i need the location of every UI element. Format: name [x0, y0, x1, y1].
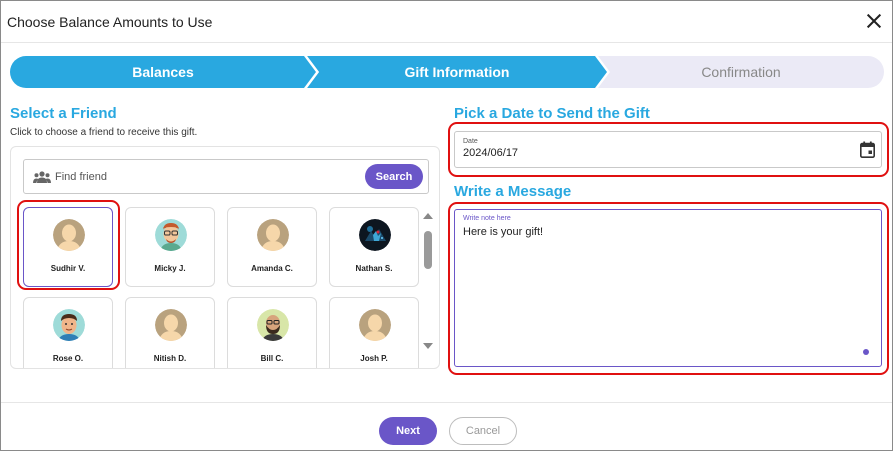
friend-list-scrollbar[interactable] — [422, 213, 434, 349]
friends-panel: Search Sudhir V. — [10, 146, 440, 369]
friend-name: Nitish D. — [153, 354, 187, 363]
glasses-avatar-icon — [155, 219, 187, 251]
friend-name: Rose O. — [52, 354, 84, 363]
resize-handle-icon[interactable] — [863, 349, 869, 355]
next-button[interactable]: Next — [379, 417, 437, 445]
progress-stepper: Balances Gift Information Confirmation — [10, 56, 884, 88]
friend-card[interactable]: Rose O. — [23, 297, 113, 368]
friend-search-input[interactable] — [55, 168, 355, 186]
pick-date-heading: Pick a Date to Send the Gift — [454, 105, 650, 122]
message-textarea[interactable]: Write note here Here is your gift! — [454, 209, 882, 367]
friend-card[interactable]: Sudhir V. — [23, 207, 113, 287]
calendar-icon[interactable] — [860, 141, 875, 158]
friend-card[interactable]: Micky J. — [125, 207, 215, 287]
friend-card[interactable]: Amanda C. — [227, 207, 317, 287]
select-friend-hint: Click to choose a friend to receive this… — [10, 127, 198, 138]
cancel-button[interactable]: Cancel — [449, 417, 517, 445]
default-avatar-icon — [155, 309, 187, 341]
friend-card[interactable]: Josh P. — [329, 297, 419, 368]
friend-name: Josh P. — [360, 354, 388, 363]
photo-avatar-icon — [359, 219, 391, 251]
select-friend-heading: Select a Friend — [10, 105, 117, 122]
message-label: Write note here — [463, 215, 511, 222]
step-label: Gift Information — [404, 64, 510, 80]
search-button[interactable]: Search — [365, 164, 423, 189]
date-value[interactable]: 2024/06/17 — [463, 147, 518, 159]
step-label: Balances — [132, 64, 194, 80]
people-icon — [33, 171, 51, 183]
scroll-down-arrow-icon[interactable] — [423, 343, 433, 349]
friend-card[interactable]: Nathan S. — [329, 207, 419, 287]
date-field[interactable]: Date 2024/06/17 — [454, 131, 882, 168]
bald-bearded-avatar-icon — [257, 309, 289, 341]
step-balances[interactable]: Balances — [10, 56, 316, 88]
dialog-title: Choose Balance Amounts to Use — [7, 14, 213, 30]
step-confirmation[interactable]: Confirmation — [598, 56, 884, 88]
friend-name: Amanda C. — [251, 264, 293, 273]
gift-dialog: Choose Balance Amounts to Use Balances G… — [0, 0, 893, 451]
friend-name: Micky J. — [154, 264, 186, 273]
friend-grid: Sudhir V. Micky J. Amanda C. Nathan S. R… — [23, 207, 423, 368]
friend-name: Sudhir V. — [50, 264, 86, 273]
default-avatar-icon — [53, 219, 85, 251]
friend-name: Bill C. — [260, 354, 284, 363]
default-avatar-icon — [359, 309, 391, 341]
friend-card[interactable]: Bill C. — [227, 297, 317, 368]
step-label: Confirmation — [701, 64, 781, 80]
friend-card[interactable]: Nitish D. — [125, 297, 215, 368]
friend-name: Nathan S. — [355, 264, 393, 273]
close-icon[interactable] — [864, 11, 884, 31]
footer-divider — [1, 402, 892, 403]
message-value[interactable]: Here is your gift! — [463, 226, 543, 238]
write-message-heading: Write a Message — [454, 183, 572, 200]
scroll-up-arrow-icon[interactable] — [423, 213, 433, 219]
step-gift-information[interactable]: Gift Information — [307, 56, 607, 88]
friend-search-box: Search — [23, 159, 429, 194]
default-avatar-icon — [257, 219, 289, 251]
scroll-thumb[interactable] — [424, 231, 432, 269]
date-label: Date — [463, 138, 478, 145]
dialog-titlebar: Choose Balance Amounts to Use — [1, 1, 892, 43]
cartoon-avatar-icon — [53, 309, 85, 341]
